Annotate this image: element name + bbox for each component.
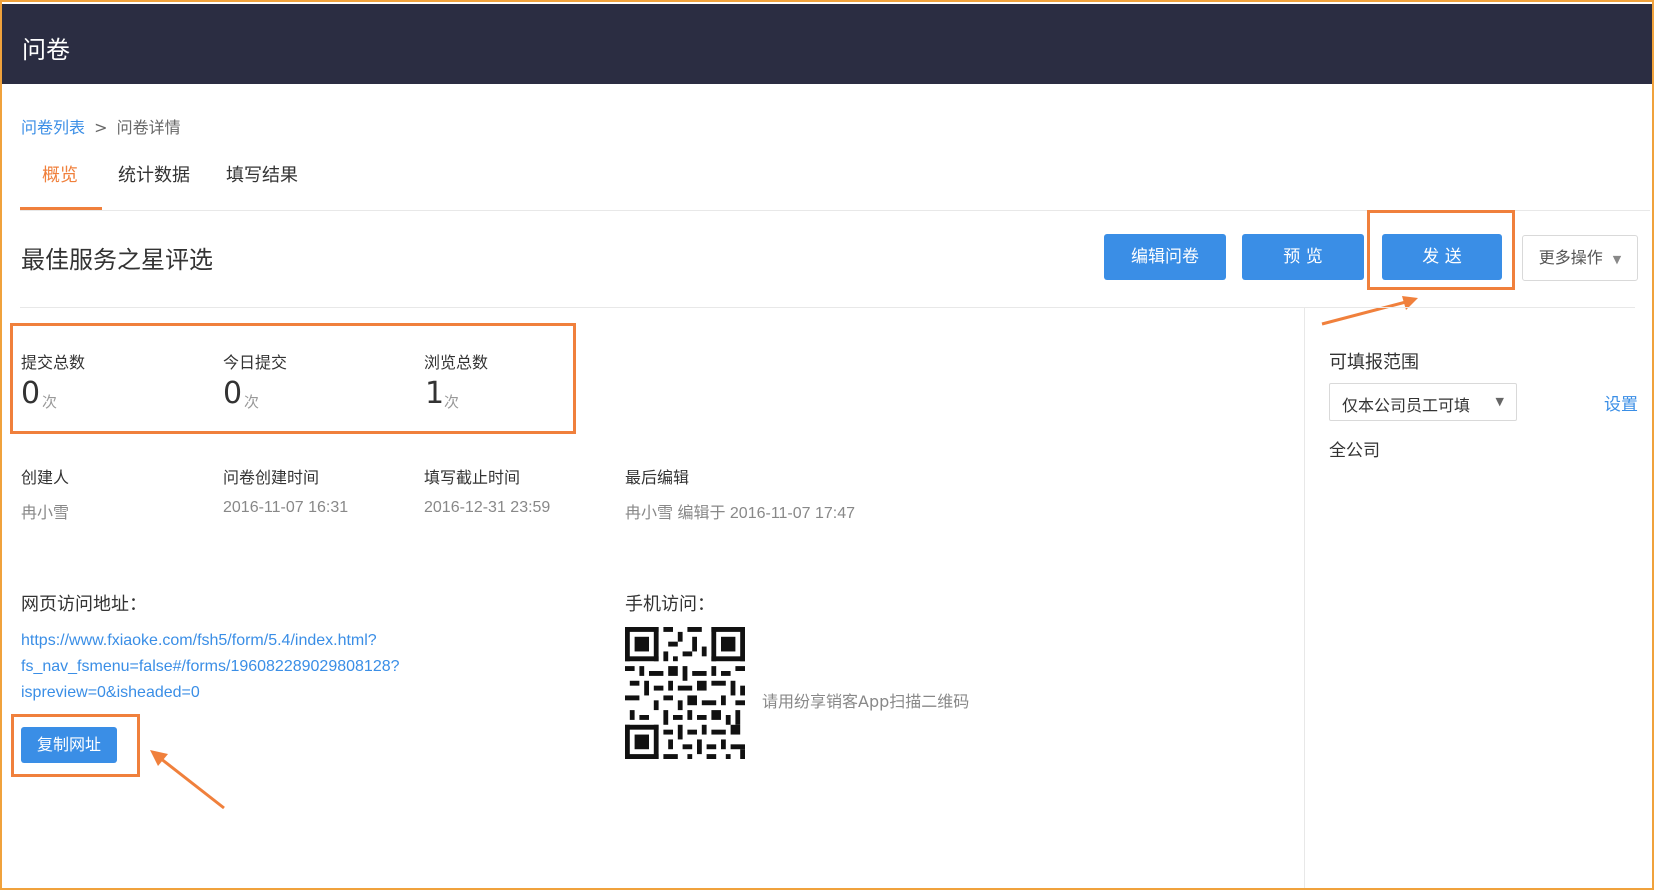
screenshot-frame (0, 0, 1654, 890)
tab-bar: 概览 统计数据 填写结果 (20, 155, 1650, 211)
breadcrumb-link-survey-list[interactable]: 问卷列表 (21, 118, 85, 137)
sidebar-divider (1304, 308, 1305, 888)
web-access-url-line-1[interactable]: https://www.fxiaoke.com/fsh5/form/5.4/in… (21, 632, 377, 650)
meta-created-time-value: 2016-11-07 16:31 (223, 499, 349, 516)
meta-last-edit-value: 冉小雪 编辑于 2016-11-07 17:47 (625, 505, 856, 522)
qr-code-icon (625, 627, 745, 759)
chevron-down-icon: ▼ (1495, 395, 1504, 408)
stats-highlight (10, 323, 576, 434)
top-header-bar: 问卷 (2, 4, 1652, 84)
stat-total-views-label: 浏览总数 (424, 353, 489, 372)
web-access-url-line-2[interactable]: fs_nav_fsmenu=false#/forms/1960822890298… (21, 658, 400, 676)
tab-results[interactable]: 填写结果 (226, 161, 298, 187)
more-actions-dropdown[interactable]: 更多操作 ▼ (1522, 235, 1638, 281)
arrow-annotation-send (1321, 296, 1418, 326)
breadcrumb-separator: > (94, 118, 108, 137)
meta-last-edit-label: 最后编辑 (625, 468, 690, 487)
caret-down-icon: ▼ (1612, 253, 1622, 266)
breadcrumb: 问卷列表 > 问卷详情 (21, 114, 181, 138)
breadcrumb-current: 问卷详情 (116, 118, 181, 137)
web-access-url-line-3[interactable]: ispreview=0&isheaded=0 (21, 684, 200, 702)
tab-overview[interactable]: 概览 (42, 161, 78, 187)
copy-button-highlight (11, 714, 140, 777)
tab-statistics[interactable]: 统计数据 (118, 161, 190, 187)
stat-total-submissions-value: 0 (21, 376, 41, 411)
meta-created-time-label: 问卷创建时间 (223, 468, 320, 487)
fill-scope-value: 全公司 (1329, 441, 1380, 461)
fill-scope-label: 可填报范围 (1329, 352, 1419, 373)
meta-deadline-value: 2016-12-31 23:59 (424, 499, 551, 516)
meta-deadline-label: 填写截止时间 (424, 468, 521, 487)
survey-title: 最佳服务之星评选 (21, 246, 213, 274)
stat-today-submissions-value: 0 (223, 376, 243, 411)
qr-scan-hint: 请用纷享销客App扫描二维码 (762, 692, 970, 711)
fill-scope-select-value: 仅本公司员工可填 (1342, 396, 1471, 415)
edit-survey-button[interactable]: 编辑问卷 (1104, 234, 1226, 280)
arrow-annotation-copy (150, 750, 225, 810)
meta-creator-label: 创建人 (21, 468, 70, 487)
stat-total-submissions-label: 提交总数 (21, 353, 86, 372)
app-title: 问卷 (22, 36, 70, 64)
mobile-access-label: 手机访问： (625, 594, 715, 615)
preview-button[interactable]: 预 览 (1242, 234, 1364, 280)
stat-total-submissions-unit: 次 (42, 393, 58, 411)
stat-total-views-unit: 次 (444, 393, 460, 411)
stat-today-submissions-label: 今日提交 (223, 353, 288, 372)
content-divider (20, 307, 1635, 308)
send-button-highlight (1367, 210, 1515, 290)
meta-creator-value: 冉小雪 (21, 505, 70, 522)
scope-settings-link[interactable]: 设置 (1604, 390, 1638, 415)
fill-scope-select[interactable]: 仅本公司员工可填 ▼ (1329, 383, 1517, 421)
active-tab-underline (20, 207, 102, 210)
web-access-label: 网页访问地址： (21, 594, 147, 615)
more-actions-label: 更多操作 (1538, 248, 1603, 267)
stat-today-submissions-unit: 次 (244, 393, 260, 411)
stat-total-views-value: 1 (425, 376, 445, 411)
